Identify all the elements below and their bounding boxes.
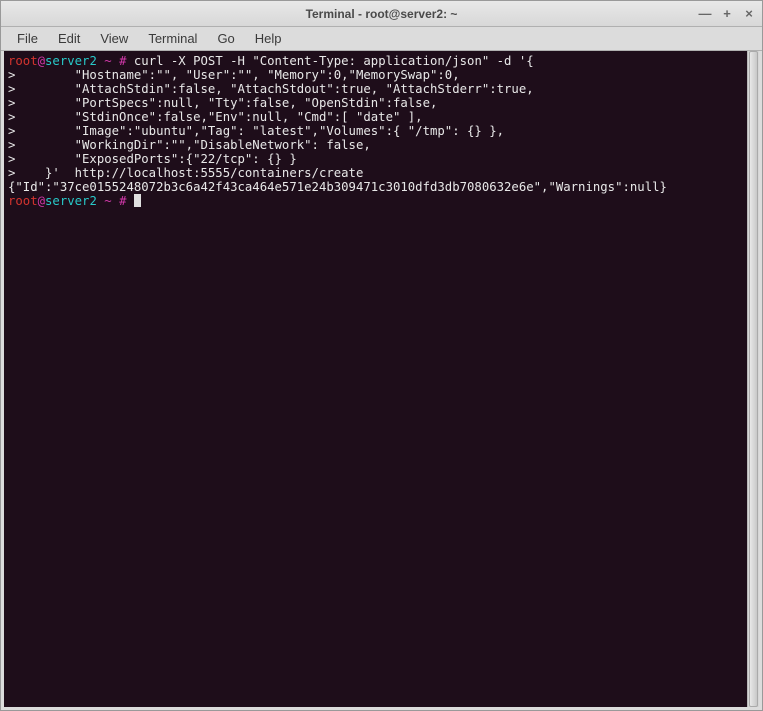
prompt-user: root: [8, 194, 38, 208]
menu-file[interactable]: File: [7, 28, 48, 49]
menu-view[interactable]: View: [90, 28, 138, 49]
terminal-line: > "AttachStdin":false, "AttachStdout":tr…: [8, 82, 534, 96]
menu-help[interactable]: Help: [245, 28, 292, 49]
terminal-line: > "Hostname":"", "User":"", "Memory":0,"…: [8, 68, 460, 82]
scrollbar[interactable]: [747, 51, 759, 707]
terminal-line: > "PortSpecs":null, "Tty":false, "OpenSt…: [8, 96, 437, 110]
menu-terminal[interactable]: Terminal: [138, 28, 207, 49]
terminal-output: {"Id":"37ce0155248072b3c6a42f43ca464e571…: [8, 180, 667, 194]
terminal-line: > "ExposedPorts":{"22/tcp": {} }: [8, 152, 297, 166]
prompt-host: server2: [45, 54, 97, 68]
prompt-path: ~ #: [97, 194, 127, 208]
terminal-line: > "WorkingDir":"","DisableNetwork": fals…: [8, 138, 371, 152]
cursor: [134, 194, 141, 207]
minimize-button[interactable]: —: [698, 7, 712, 21]
terminal-line: > "Image":"ubuntu","Tag": "latest","Volu…: [8, 124, 504, 138]
menu-edit[interactable]: Edit: [48, 28, 90, 49]
terminal-container: root@server2 ~ # curl -X POST -H "Conten…: [1, 51, 762, 710]
menubar: File Edit View Terminal Go Help: [1, 27, 762, 51]
scrollbar-thumb[interactable]: [749, 51, 758, 707]
terminal-line: > "StdinOnce":false,"Env":null, "Cmd":[ …: [8, 110, 423, 124]
close-button[interactable]: ×: [742, 7, 756, 21]
titlebar[interactable]: Terminal - root@server2: ~ — + ×: [1, 1, 762, 27]
window-title: Terminal - root@server2: ~: [306, 7, 458, 21]
maximize-button[interactable]: +: [720, 7, 734, 21]
window-controls: — + ×: [698, 7, 756, 21]
prompt-host: server2: [45, 194, 97, 208]
prompt-path: ~ #: [97, 54, 127, 68]
command-text: curl -X POST -H "Content-Type: applicati…: [134, 54, 534, 68]
menu-go[interactable]: Go: [207, 28, 244, 49]
prompt-at: @: [38, 54, 45, 68]
prompt-user: root: [8, 54, 38, 68]
terminal[interactable]: root@server2 ~ # curl -X POST -H "Conten…: [4, 51, 747, 707]
prompt-at: @: [38, 194, 45, 208]
terminal-line: > }' http://localhost:5555/containers/cr…: [8, 166, 363, 180]
